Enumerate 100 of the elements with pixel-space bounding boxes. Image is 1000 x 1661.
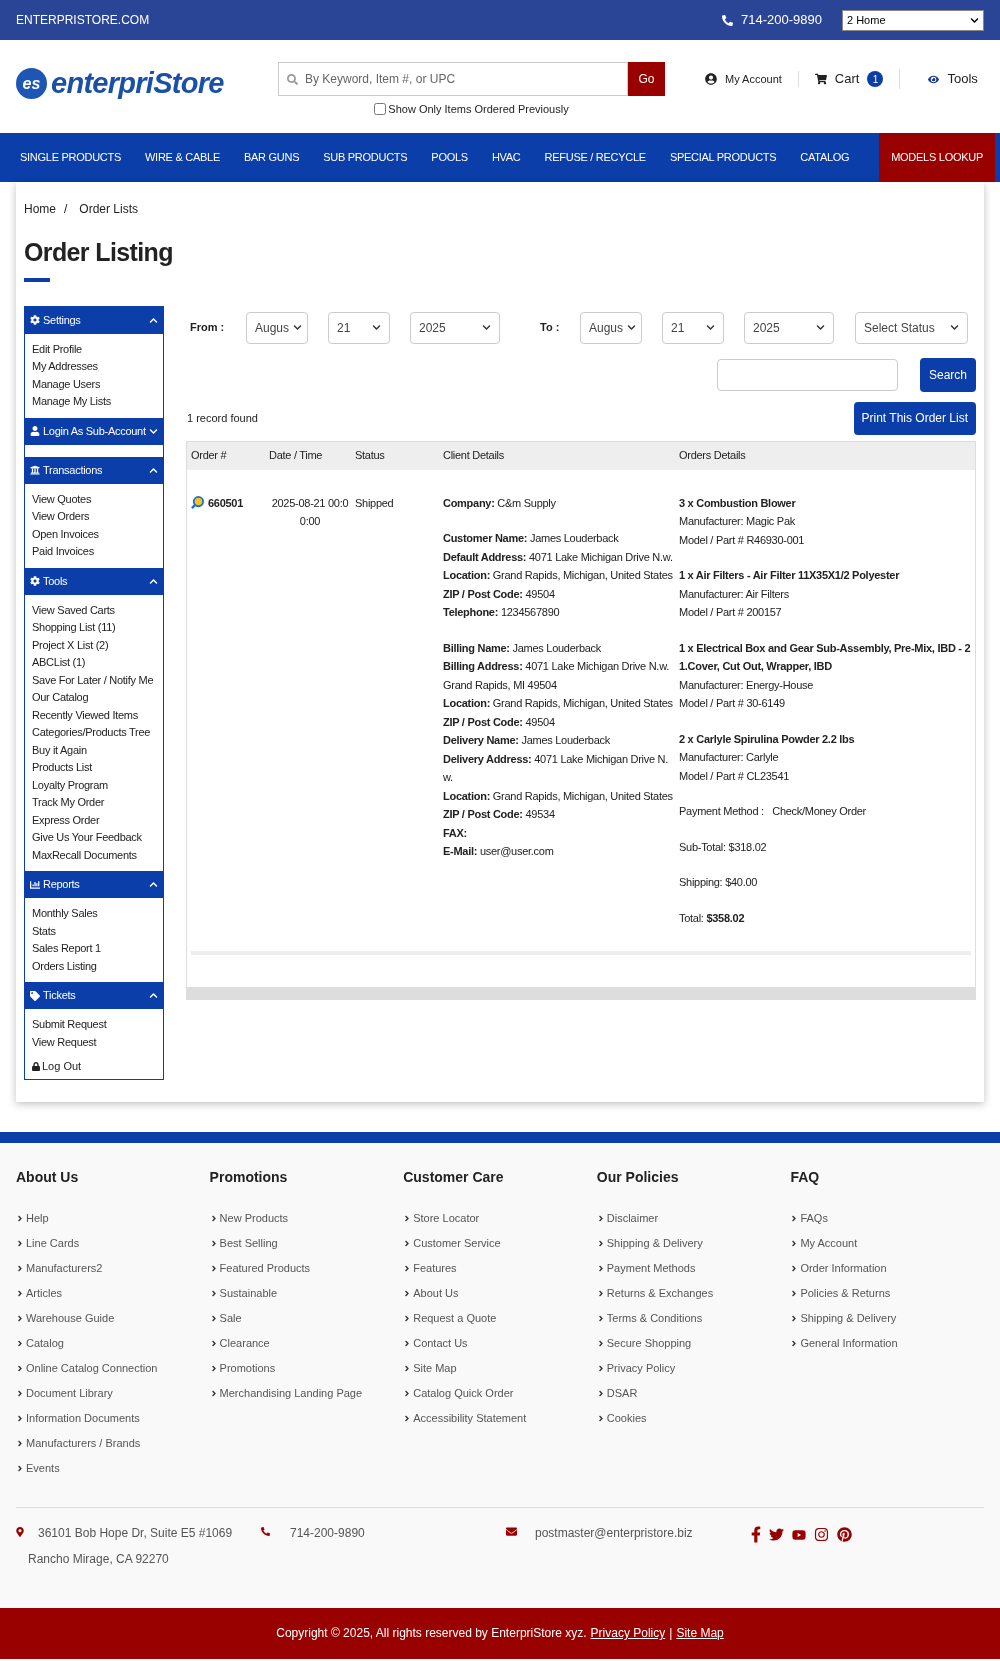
sidebar-link[interactable]: Open Invoices [32,525,156,543]
day-select[interactable]: 21 [328,311,390,344]
footer-link[interactable]: Catalog Quick Order [403,1380,597,1406]
sidebar-link[interactable]: Give Us Your Feedback [32,829,156,847]
account-link[interactable]: My Account [705,70,799,88]
year-select[interactable]: 2025 [410,311,500,344]
pinterest-icon[interactable] [837,1527,852,1542]
sidebar-link[interactable]: ABCList (1) [32,654,156,672]
footer-link[interactable]: Catalog [16,1330,210,1356]
print-button[interactable]: Print This Order List [853,401,976,435]
ordered-previously-checkbox[interactable] [374,103,387,116]
sidebar-section-header[interactable]: Tools [25,567,163,595]
footer-link[interactable]: Best Selling [209,1230,404,1256]
sidebar-link[interactable]: Sales Report 1 [32,940,156,958]
scrollbar[interactable] [187,987,975,999]
footer-link[interactable]: Terms & Conditions [596,1305,791,1331]
sidebar-link[interactable]: Save For Later / Notify Me [32,671,156,689]
nav-item[interactable]: POOLS [419,133,480,182]
nav-item[interactable]: SUB PRODUCTS [311,133,420,182]
footer-link[interactable]: Events [16,1455,210,1481]
nav-item[interactable]: SPECIAL PRODUCTS [657,133,789,182]
tools-link[interactable]: Tools [900,69,978,89]
footer-link[interactable]: New Products [209,1205,404,1231]
footer-link[interactable]: Clearance [209,1330,404,1356]
search-field[interactable]: By Keyword, Item #, or UPC [278,62,628,96]
sidebar-link[interactable]: Manage Users [32,375,156,393]
logout-link[interactable]: Log Out [25,1058,163,1079]
sidebar-link[interactable]: MaxRecall Documents [32,846,156,864]
footer-link[interactable]: Information Documents [16,1405,210,1431]
footer-link[interactable]: Payment Methods [596,1255,791,1281]
status-select[interactable]: Select Status [855,311,968,344]
store-select[interactable]: 2 Home [842,9,984,31]
footer-link[interactable]: Online Catalog Connection [16,1355,210,1381]
footer-link[interactable]: Privacy Policy [596,1355,791,1381]
sidebar-link[interactable]: Monthly Sales [32,905,156,923]
sidebar-link[interactable]: Paid Invoices [32,543,156,561]
sidebar-section-header[interactable]: Tickets [25,982,163,1009]
sidebar-link[interactable]: View Request [32,1033,156,1051]
sidebar-link[interactable]: Stats [32,922,156,940]
cart-link[interactable]: Cart 1 [798,69,901,89]
footer-link[interactable]: FAQs [790,1205,984,1231]
footer-link[interactable]: Document Library [16,1380,210,1406]
footer-link[interactable]: Sustainable [209,1280,404,1306]
footer-link[interactable]: Policies & Returns [790,1280,984,1306]
footer-link[interactable]: Shipping & Delivery [790,1305,984,1331]
sidebar-link[interactable]: Express Order [32,811,156,829]
sidebar-link[interactable]: Categories/Products Tree [32,724,156,742]
footer-link[interactable]: My Account [790,1230,984,1256]
footer-link[interactable]: General Information [790,1330,984,1356]
sidebar-link[interactable]: Shopping List (11) [32,619,156,637]
search-button[interactable]: Search [919,357,976,392]
sidebar-link[interactable]: View Saved Carts [32,601,156,619]
footer-link[interactable]: Site Map [403,1355,597,1381]
twitter-icon[interactable] [769,1527,784,1542]
footer-link[interactable]: Returns & Exchanges [596,1280,791,1306]
sidebar-link[interactable]: Loyalty Program [32,776,156,794]
sidebar-link[interactable]: Manage My Lists [32,393,156,411]
instagram-icon[interactable] [814,1527,829,1542]
privacy-policy-link[interactable]: Privacy Policy [590,1624,666,1642]
footer-link[interactable]: Disclaimer [596,1205,791,1231]
nav-item[interactable]: CATALOG [788,133,862,182]
nav-item[interactable]: SINGLE PRODUCTS [8,133,133,182]
sidebar-link[interactable]: Track My Order [32,794,156,812]
footer-link[interactable]: Order Information [790,1255,984,1281]
sidebar-section-header[interactable]: Settings [25,306,163,334]
sidebar-link[interactable]: Edit Profile [32,340,156,358]
search-field[interactable] [716,358,898,391]
day-select[interactable]: 21 [662,311,724,344]
footer-link[interactable]: Warehouse Guide [16,1305,210,1331]
site-map-link[interactable]: Site Map [676,1624,724,1642]
sidebar-link[interactable]: Submit Request [32,1016,156,1034]
nav-item[interactable]: BAR GUNS [231,133,312,182]
footer-link[interactable]: Manufacturers / Brands [16,1430,210,1456]
nav-item[interactable]: WIRE & CABLE [133,133,232,182]
footer-link[interactable]: Sale [209,1305,404,1331]
sidebar-link[interactable]: Our Catalog [32,689,156,707]
sidebar-link[interactable]: View Quotes [32,490,156,508]
sidebar-link[interactable]: Project X List (2) [32,636,156,654]
footer-link[interactable]: About Us [403,1280,597,1306]
sidebar-section-header[interactable]: Transactions [25,456,163,484]
footer-link[interactable]: Request a Quote [403,1305,597,1331]
sidebar-section-header[interactable]: Login As Sub-Account [25,417,163,445]
sidebar-link[interactable]: Buy it Again [32,741,156,759]
footer-link[interactable]: Articles [16,1280,210,1306]
footer-link[interactable]: Featured Products [209,1255,404,1281]
month-select[interactable]: Augus [580,311,642,344]
nav-item[interactable]: REFUSE / RECYCLE [532,133,658,182]
footer-link[interactable]: Cookies [596,1405,791,1431]
footer-link[interactable]: Merchandising Landing Page [209,1380,404,1406]
nav-item[interactable]: HVAC [479,133,533,182]
month-select[interactable]: Augus [246,311,308,344]
footer-link[interactable]: Shipping & Delivery [596,1230,791,1256]
footer-link[interactable]: Help [16,1205,210,1231]
footer-link[interactable]: Contact Us [403,1330,597,1356]
nav-item[interactable]: MODELS LOOKUP [879,133,995,182]
footer-link[interactable]: Accessibility Statement [403,1405,597,1431]
sidebar-section-header[interactable]: Reports [25,871,163,898]
breadcrumb-link[interactable]: Home [24,200,56,218]
sidebar-link[interactable]: Orders Listing [32,957,156,975]
footer-link[interactable]: Promotions [209,1355,404,1381]
